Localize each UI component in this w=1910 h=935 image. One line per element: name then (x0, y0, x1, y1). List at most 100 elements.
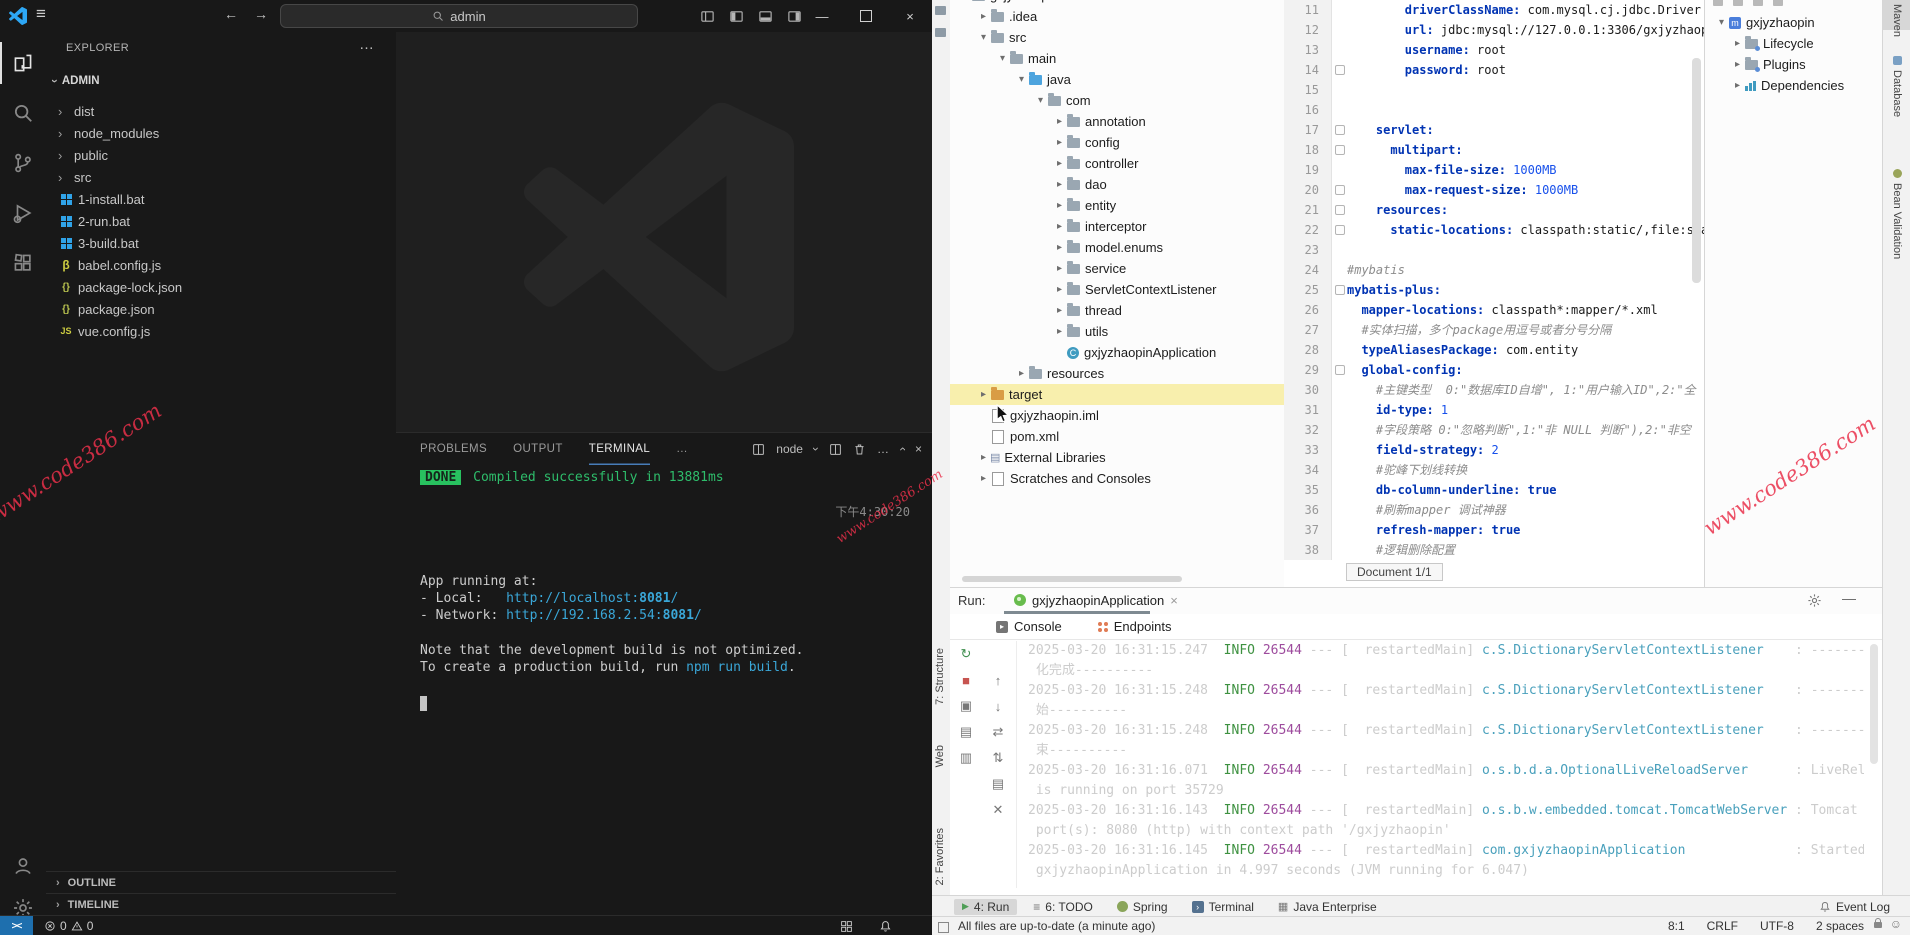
tree-row[interactable]: ▸resources (950, 363, 1284, 384)
code-line[interactable]: 20 max-request-size: 1000MB (1284, 180, 1704, 200)
chevron-down-icon[interactable]: › (809, 447, 823, 451)
notifications-bell-icon[interactable] (879, 920, 892, 933)
search-sidebar-icon[interactable] (0, 92, 46, 134)
file-item[interactable]: 3-build.bat (46, 232, 396, 254)
code-line[interactable]: 34 #驼峰下划线转换 (1284, 460, 1704, 480)
run-settings-gear-icon[interactable] (1807, 593, 1822, 608)
search-input[interactable]: admin (280, 4, 638, 28)
code-line[interactable]: 12 url: jdbc:mysql://127.0.0.1:3306/gxjy… (1284, 20, 1704, 40)
print-icon[interactable]: ▥ (960, 745, 972, 771)
code-line[interactable]: 14 password: root (1284, 60, 1704, 80)
code-line[interactable]: 15 (1284, 80, 1704, 100)
tree-row[interactable]: ▸service (950, 258, 1284, 279)
tree-row[interactable]: CgxjyzhaopinApplication (950, 342, 1284, 363)
editor-scrollbar[interactable] (1692, 58, 1701, 283)
tree-row[interactable]: ▸ServletContextListener (950, 279, 1284, 300)
nav-back-icon[interactable]: ← (224, 6, 238, 22)
status-item[interactable]: 2 spaces (1816, 919, 1864, 933)
toolwindow-favorites[interactable]: 2: Favorites (934, 828, 946, 885)
maven-node-row[interactable]: ▸Dependencies (1705, 75, 1883, 96)
toolwindow-structure[interactable]: 7: Structure (934, 648, 946, 705)
tree-row[interactable]: ▸utils (950, 321, 1284, 342)
toolwindow-toggle-icon[interactable] (938, 922, 949, 933)
close-icon[interactable]: × (1170, 593, 1178, 608)
toolwindow-button-javaee[interactable]: ▦Java Enterprise (1270, 899, 1385, 915)
folder-item[interactable]: ›node_modules (46, 122, 396, 144)
code-line[interactable]: 37 refresh-mapper: true (1284, 520, 1704, 540)
outline-section[interactable]: › OUTLINE (46, 871, 396, 893)
account-icon[interactable] (0, 855, 46, 877)
file-item[interactable]: 2-run.bat (46, 210, 396, 232)
console-scrollbar[interactable] (1870, 644, 1878, 764)
code-line[interactable]: 13 username: root (1284, 40, 1704, 60)
event-log-button[interactable]: Event Log (1819, 896, 1890, 917)
shell-name[interactable]: node (776, 442, 803, 456)
code-line[interactable]: 21 resources: (1284, 200, 1704, 220)
code-line[interactable]: 31 id-type: 1 (1284, 400, 1704, 420)
tree-row[interactable]: ▾java (950, 69, 1284, 90)
file-item[interactable]: JSvue.config.js (46, 320, 396, 342)
nav-forward-icon[interactable]: → (254, 6, 268, 22)
problems-status[interactable]: 0 0 (44, 916, 93, 935)
file-item[interactable]: βbabel.config.js (46, 254, 396, 276)
code-line[interactable]: 11 driverClassName: com.mysql.cj.jdbc.Dr… (1284, 0, 1704, 20)
tree-row[interactable]: ▾com (950, 90, 1284, 111)
toolwindow-button-run[interactable]: ▶4: Run (954, 899, 1017, 915)
folder-item[interactable]: ›public (46, 144, 396, 166)
project-root-item[interactable]: › ADMIN (52, 70, 100, 92)
folder-item[interactable]: ›src (46, 166, 396, 188)
tree-row[interactable]: ▸model.enums (950, 237, 1284, 258)
maven-node-row[interactable]: ▸Plugins (1705, 54, 1883, 75)
tree-row[interactable]: ▸interceptor (950, 216, 1284, 237)
code-line[interactable]: 23 (1284, 240, 1704, 260)
fold-icon[interactable] (1335, 285, 1345, 295)
status-item[interactable]: UTF-8 (1760, 919, 1794, 933)
fold-icon[interactable] (1335, 65, 1345, 75)
toolwindow-button-spring[interactable]: Spring (1109, 899, 1176, 915)
tree-row[interactable]: ▸.idea (950, 6, 1284, 27)
folder-icon[interactable] (935, 28, 946, 37)
source-control-icon[interactable] (0, 142, 46, 184)
file-item[interactable]: {}package.json (46, 298, 396, 320)
maven-root-row[interactable]: ▾mgxjyzhaopin (1705, 12, 1883, 33)
run-debug-icon[interactable] (0, 192, 46, 234)
hide-panel-icon[interactable]: — (1842, 590, 1856, 606)
editor-layout-icon[interactable] (840, 920, 853, 933)
explorer-icon[interactable] (0, 42, 46, 84)
code-line[interactable]: 19 max-file-size: 1000MB (1284, 160, 1704, 180)
code-line[interactable]: 28 typeAliasesPackage: com.entity (1284, 340, 1704, 360)
soft-wrap-icon[interactable]: ⇄ (993, 719, 1004, 745)
tree-row[interactable]: ▸▤External Libraries (950, 447, 1284, 468)
file-item[interactable]: {}package-lock.json (46, 276, 396, 298)
run-config-tab[interactable]: gxjyzhaopinApplication × (1004, 588, 1188, 612)
remote-indicator[interactable]: >< (0, 916, 33, 935)
tab-console[interactable]: ▸ Console (996, 619, 1062, 634)
toggle-panel-icon[interactable] (758, 9, 773, 24)
stop-icon[interactable]: ■ (962, 667, 970, 693)
chevron-up-icon[interactable]: › (895, 447, 909, 451)
print-console-icon[interactable]: ▤ (992, 771, 1004, 797)
code-line[interactable]: 35 db-column-underline: true (1284, 480, 1704, 500)
code-line[interactable]: 27 #实体扫描，多个package用逗号或者分号分隔 (1284, 320, 1704, 340)
explorer-more-icon[interactable]: … (359, 36, 374, 53)
timeline-section[interactable]: › TIMELINE (46, 893, 396, 915)
code-line[interactable]: 38 #逻辑删除配置 (1284, 540, 1704, 560)
tree-row[interactable]: ▸thread (950, 300, 1284, 321)
folder-item[interactable]: ›dist (46, 100, 396, 122)
toggle-sidebar-icon[interactable] (729, 9, 744, 24)
code-line[interactable]: 30 #主键类型 0:"数据库ID自增", 1:"用户输入ID",2:"全 (1284, 380, 1704, 400)
project-toolwindow-icon[interactable] (935, 6, 946, 15)
tab-database[interactable]: Database (1883, 52, 1910, 147)
close-button[interactable]: × (888, 0, 932, 32)
maven-node-row[interactable]: ▸Lifecycle (1705, 33, 1883, 54)
lock-icon[interactable] (1874, 922, 1882, 928)
tree-row[interactable]: ▸Scratches and Consoles (950, 468, 1284, 489)
scroll-end-icon[interactable]: ⇅ (993, 745, 1004, 771)
fold-icon[interactable] (1335, 365, 1345, 375)
tree-row[interactable]: ▸config (950, 132, 1284, 153)
up-stack-icon[interactable]: ↑ (995, 667, 1002, 693)
panel-close-icon[interactable]: × (915, 442, 922, 456)
minimize-button[interactable]: — (800, 0, 844, 32)
tree-row[interactable]: ▾src (950, 27, 1284, 48)
fold-icon[interactable] (1335, 145, 1345, 155)
